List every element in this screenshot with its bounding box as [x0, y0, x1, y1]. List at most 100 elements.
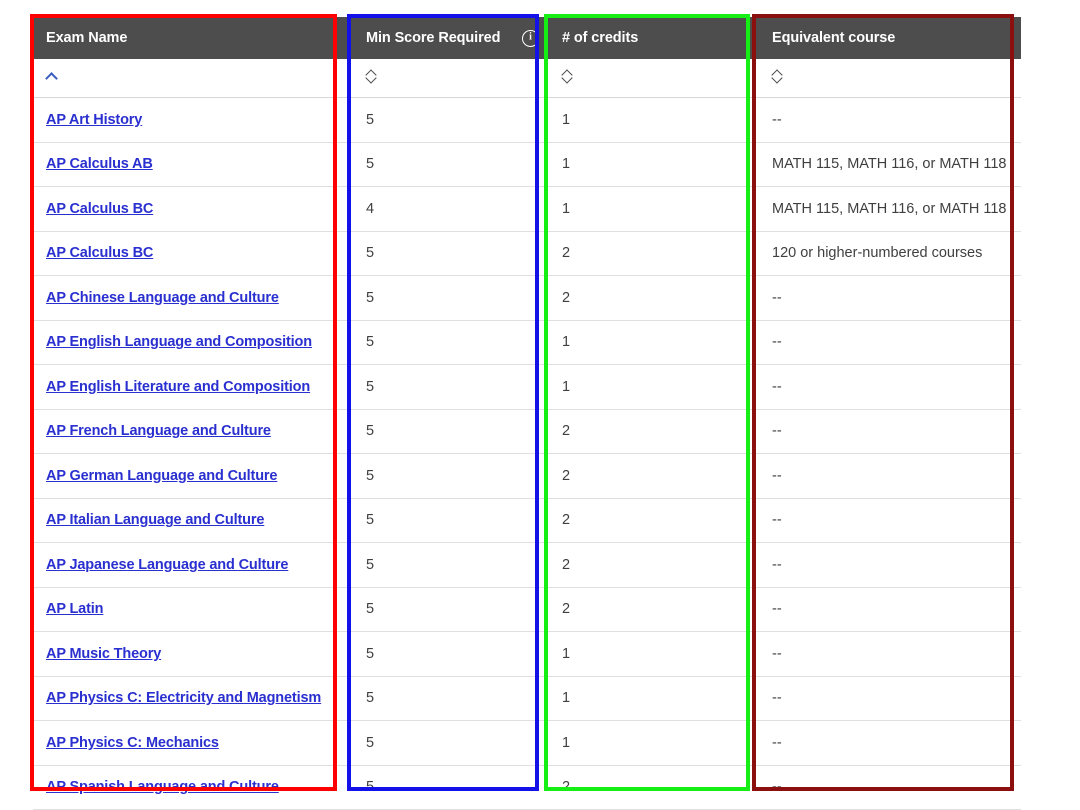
cell-min-score-value: 5 [366, 423, 375, 440]
cell-exam-name: AP German Language and Culture [33, 453, 353, 499]
cell-min-score: 5 [353, 765, 549, 810]
column-header-equivalent-course[interactable]: Equivalent course [759, 17, 1021, 59]
cell-equivalent-course-value: MATH 115, MATH 116, or MATH 118 [772, 156, 1007, 173]
exam-name-link[interactable]: AP Japanese Language and Culture [46, 557, 288, 573]
cell-credits-value: 1 [562, 200, 571, 217]
exam-name-link[interactable]: AP Italian Language and Culture [46, 512, 264, 528]
cell-exam-name: AP Art History [33, 97, 353, 143]
sort-cell-min-score-required[interactable] [353, 59, 549, 98]
cell-credits: 2 [549, 453, 759, 499]
cell-equivalent-course: -- [759, 542, 1021, 588]
cell-exam-name: AP Italian Language and Culture [33, 498, 353, 543]
cell-equivalent-course: -- [759, 676, 1021, 721]
table-row: AP Latin 5 2 -- [33, 587, 1021, 632]
sort-diamond-icon[interactable] [562, 68, 575, 84]
cell-min-score: 5 [353, 542, 549, 588]
cell-equivalent-course-value: 120 or higher-numbered courses [772, 245, 983, 262]
cell-credits: 1 [549, 97, 759, 143]
column-header-exam-name[interactable]: Exam Name [33, 17, 353, 59]
cell-min-score-value: 5 [366, 512, 375, 529]
table-row: AP Music Theory 5 1 -- [33, 631, 1021, 677]
cell-min-score-value: 5 [366, 556, 375, 573]
cell-exam-name: AP Calculus BC [33, 231, 353, 276]
cell-min-score: 5 [353, 676, 549, 721]
page-canvas: Exam Name Min Score Required i # of cred… [0, 0, 1080, 810]
exam-name-link[interactable]: AP Art History [46, 112, 142, 128]
table-row: AP Calculus BC 5 2 120 or higher-numbered c… [33, 231, 1021, 276]
cell-equivalent-course: -- [759, 720, 1021, 766]
exam-name-link[interactable]: AP Calculus BC [46, 201, 153, 217]
cell-exam-name: AP Calculus AB [33, 142, 353, 187]
cell-credits-value: 1 [562, 645, 571, 662]
table-row: AP Chinese Language and Culture 5 2 -- [33, 275, 1021, 321]
cell-equivalent-course-value: -- [772, 289, 782, 306]
table-row: AP German Language and Culture 5 2 -- [33, 453, 1021, 499]
chevron-up-icon[interactable] [46, 70, 60, 82]
exam-name-link[interactable]: AP Chinese Language and Culture [46, 290, 279, 306]
table-header: Exam Name Min Score Required i # of cred… [33, 17, 1021, 59]
cell-credits: 1 [549, 676, 759, 721]
cell-credits: 2 [549, 231, 759, 276]
column-header-equivalent-course-label: Equivalent course [772, 30, 896, 46]
sort-cell-exam-name[interactable] [33, 59, 353, 98]
exam-name-link[interactable]: AP English Language and Composition [46, 334, 312, 350]
exam-name-link[interactable]: AP Music Theory [46, 646, 161, 662]
table-row: AP Art History 5 1 -- [33, 97, 1021, 143]
cell-min-score: 5 [353, 275, 549, 321]
sort-cell-equivalent-course[interactable] [759, 59, 1021, 98]
cell-equivalent-course: -- [759, 498, 1021, 543]
cell-min-score-value: 5 [366, 734, 375, 751]
cell-equivalent-course-value: -- [772, 423, 782, 440]
exam-name-link[interactable]: AP Spanish Language and Culture [46, 779, 279, 795]
column-header-min-score-required-label: Min Score Required [366, 30, 501, 46]
table-row: AP Physics C: Mechanics 5 1 -- [33, 720, 1021, 766]
ap-credit-table-container: Exam Name Min Score Required i # of cred… [33, 17, 1021, 810]
exam-name-link[interactable]: AP Physics C: Electricity and Magnetism [46, 690, 321, 706]
cell-equivalent-course: -- [759, 453, 1021, 499]
cell-credits-value: 1 [562, 690, 571, 707]
cell-credits-value: 2 [562, 556, 571, 573]
cell-credits: 2 [549, 765, 759, 810]
info-icon[interactable]: i [522, 29, 539, 47]
cell-credits-value: 2 [562, 289, 571, 306]
column-header-credits[interactable]: # of credits [549, 17, 759, 59]
cell-equivalent-course: -- [759, 587, 1021, 632]
table-row: AP Japanese Language and Culture 5 2 -- [33, 542, 1021, 588]
cell-min-score: 5 [353, 720, 549, 766]
cell-exam-name: AP French Language and Culture [33, 409, 353, 454]
cell-min-score: 5 [353, 97, 549, 143]
cell-min-score-value: 5 [366, 334, 375, 351]
column-header-min-score-required[interactable]: Min Score Required i [353, 17, 549, 59]
cell-min-score: 5 [353, 409, 549, 454]
cell-equivalent-course-value: -- [772, 734, 782, 751]
cell-equivalent-course: 120 or higher-numbered courses [759, 231, 1021, 276]
cell-equivalent-course: -- [759, 275, 1021, 321]
table-row: AP Calculus BC 4 1 MATH 115, MATH 116, or M… [33, 186, 1021, 232]
exam-name-link[interactable]: AP German Language and Culture [46, 468, 277, 484]
table-header-row: Exam Name Min Score Required i # of cred… [33, 17, 1021, 59]
exam-name-link[interactable]: AP English Literature and Composition [46, 379, 310, 395]
exam-name-link[interactable]: AP Calculus BC [46, 245, 153, 261]
exam-name-link[interactable]: AP Physics C: Mechanics [46, 735, 219, 751]
sort-diamond-icon[interactable] [366, 68, 379, 84]
sort-diamond-icon[interactable] [772, 68, 785, 84]
column-header-exam-name-label: Exam Name [46, 30, 128, 46]
sort-cell-credits[interactable] [549, 59, 759, 98]
cell-min-score: 5 [353, 453, 549, 499]
cell-min-score: 5 [353, 320, 549, 365]
cell-credits-value: 1 [562, 156, 571, 173]
cell-min-score: 5 [353, 364, 549, 410]
cell-equivalent-course-value: -- [772, 378, 782, 395]
table-sort-row-body [33, 59, 1021, 98]
cell-credits: 1 [549, 631, 759, 677]
exam-name-link[interactable]: AP French Language and Culture [46, 423, 271, 439]
cell-min-score-value: 5 [366, 156, 375, 173]
exam-name-link[interactable]: AP Latin [46, 601, 104, 617]
cell-min-score-value: 4 [366, 200, 375, 217]
cell-credits-value: 2 [562, 423, 571, 440]
cell-equivalent-course-value: -- [772, 111, 782, 128]
exam-name-link[interactable]: AP Calculus AB [46, 156, 153, 172]
cell-credits-value: 2 [562, 467, 571, 484]
cell-credits-value: 2 [562, 601, 571, 618]
cell-equivalent-course-value: -- [772, 690, 782, 707]
